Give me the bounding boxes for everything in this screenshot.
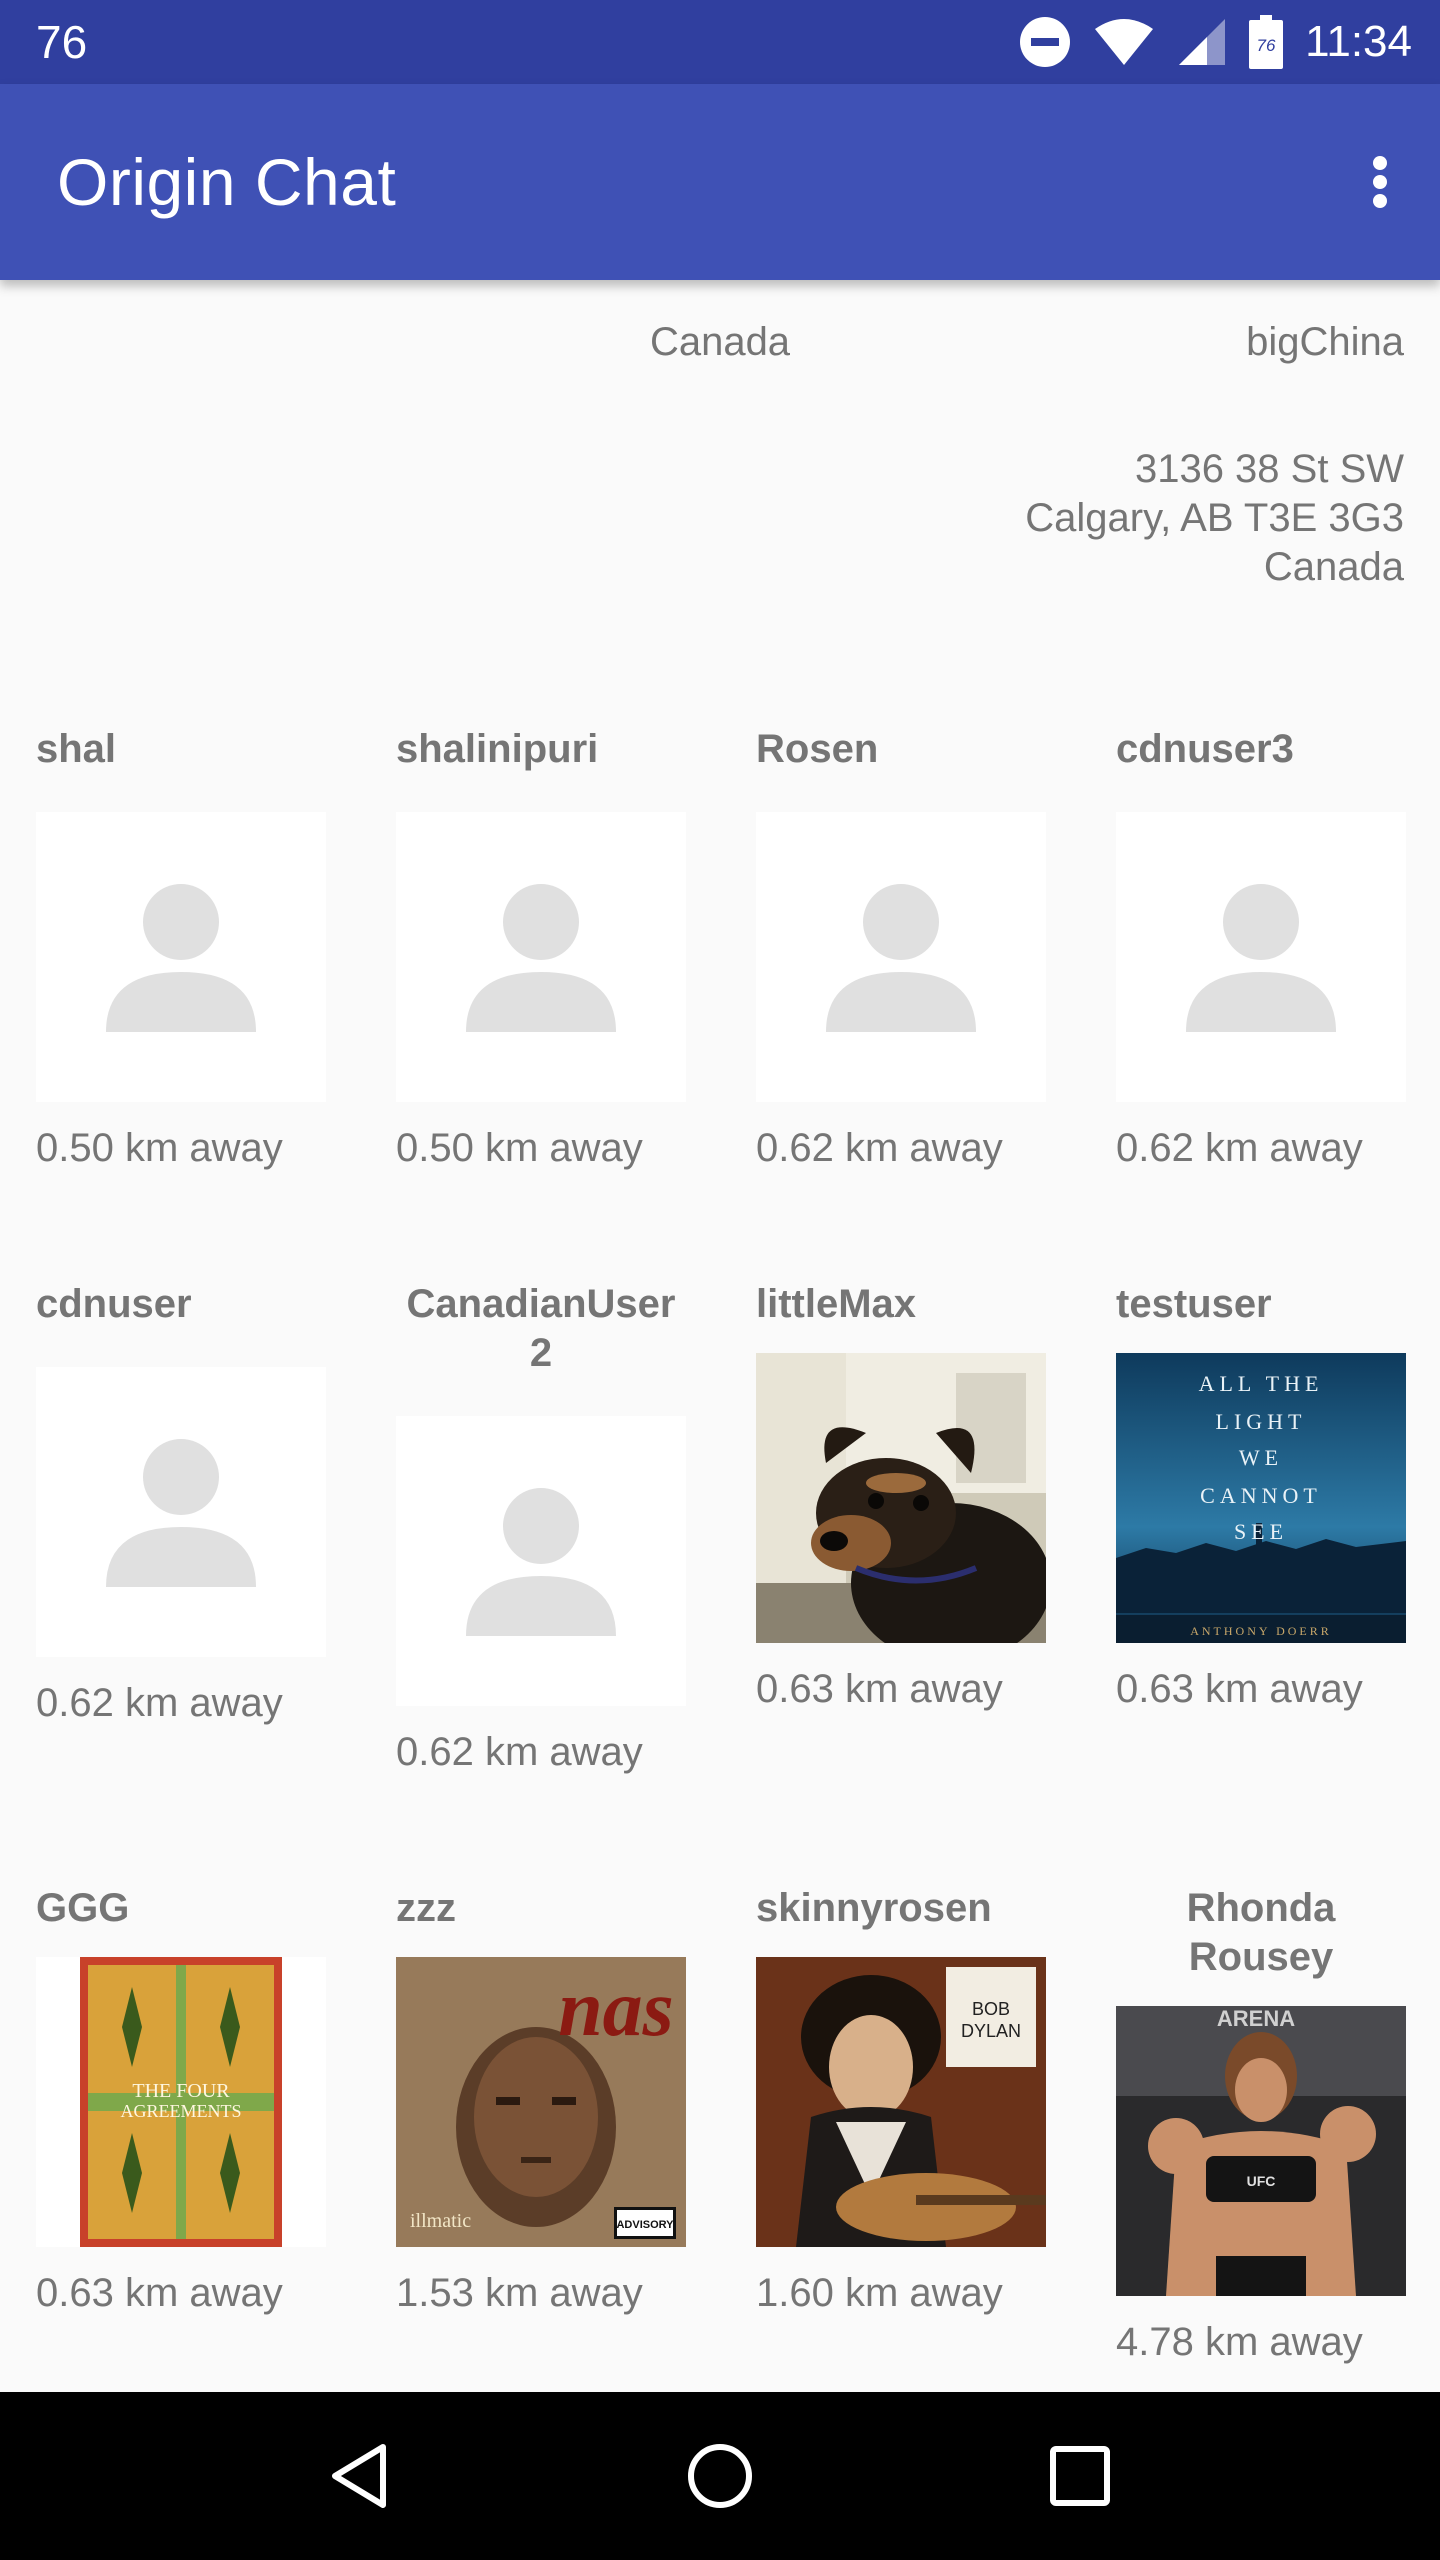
- user-name: Rosen: [756, 727, 879, 771]
- person-photo[interactable]: ARENA UFC: [1116, 2006, 1406, 2296]
- wifi-icon: [1093, 17, 1155, 67]
- user-name: CanadianUser 2: [406, 1282, 676, 1375]
- svg-text:BOB: BOB: [972, 1999, 1010, 2019]
- default-avatar-icon[interactable]: [396, 812, 686, 1102]
- user-distance: 0.50 km away: [36, 1126, 283, 1170]
- user-distance: 1.60 km away: [756, 2271, 1003, 2315]
- user-card[interactable]: cdnuser3 0.62 km away: [1116, 725, 1406, 1171]
- user-name: skinnyrosen: [756, 1886, 992, 1930]
- svg-text:DYLAN: DYLAN: [961, 2021, 1021, 2041]
- status-left-text: 76: [36, 16, 88, 68]
- user-card[interactable]: zzz nas illmatic ADVISORY 1.53 km away: [396, 1884, 686, 2316]
- book-cover-photo[interactable]: ALL THE LIGHT WE CANNOT SEE ANTHONY DOER…: [1116, 1353, 1406, 1643]
- user-name: littleMax: [756, 1282, 917, 1326]
- address-line-1: 3136 38 St SW: [1134, 447, 1404, 491]
- user-distance: 0.63 km away: [756, 1667, 1003, 1711]
- recents-icon[interactable]: [1030, 2426, 1130, 2526]
- home-icon[interactable]: [670, 2426, 770, 2526]
- user-distance: 0.63 km away: [1116, 1667, 1363, 1711]
- user-distance: 0.63 km away: [36, 2271, 283, 2315]
- svg-text:WE: WE: [1239, 1445, 1283, 1470]
- user-name: cdnuser: [36, 1282, 192, 1326]
- svg-text:ARENA: ARENA: [1217, 2006, 1295, 2031]
- user-distance: 0.62 km away: [756, 1126, 1003, 1170]
- user-card[interactable]: shalinipuri 0.50 km away: [396, 725, 686, 1171]
- back-icon[interactable]: [310, 2426, 410, 2526]
- svg-text:LIGHT: LIGHT: [1216, 1409, 1307, 1434]
- user-card[interactable]: CanadianUser 2 0.62 km away: [396, 1280, 686, 1775]
- user-distance: 0.50 km away: [396, 1126, 643, 1170]
- user-distance: 0.62 km away: [396, 1730, 643, 1774]
- book-cover-photo[interactable]: THE FOUR AGREEMENTS: [36, 1957, 326, 2247]
- user-card[interactable]: cdnuser 0.62 km away: [36, 1280, 326, 1726]
- svg-text:UFC: UFC: [1247, 2173, 1276, 2189]
- user-name: GGG: [36, 1886, 130, 1930]
- album-cover-photo[interactable]: nas illmatic ADVISORY: [396, 1957, 686, 2247]
- location-country: Canada: [649, 320, 791, 364]
- address-line-2: Calgary, AB T3E 3G3: [1025, 496, 1404, 540]
- svg-text:AGREEMENTS: AGREEMENTS: [121, 2101, 242, 2121]
- app-bar: Origin Chat: [0, 84, 1440, 280]
- user-card[interactable]: Rhonda Rousey ARENA UFC 4.78 km away: [1116, 1884, 1406, 2365]
- user-name: Rhonda Rousey: [1186, 1886, 1336, 1979]
- user-name: shalinipuri: [396, 727, 599, 771]
- user-name: shal: [36, 727, 117, 771]
- user-card[interactable]: shal 0.50 km away: [36, 725, 326, 1171]
- default-avatar-icon[interactable]: [756, 812, 1046, 1102]
- user-distance: 1.53 km away: [396, 2271, 643, 2315]
- user-card[interactable]: Rosen 0.62 km away: [756, 725, 1046, 1171]
- default-avatar-icon[interactable]: [36, 812, 326, 1102]
- user-card[interactable]: skinnyrosen BOB DYLAN 1.60 km away: [756, 1884, 1046, 2316]
- user-card[interactable]: littleMax 0.63 km away: [756, 1280, 1046, 1712]
- svg-text:THE FOUR: THE FOUR: [132, 2080, 230, 2102]
- app-title: Origin Chat: [57, 145, 397, 219]
- svg-text:illmatic: illmatic: [410, 2210, 471, 2232]
- user-card[interactable]: GGG THE FOUR AGREEMENTS 0.63 km away: [36, 1884, 326, 2316]
- dog-photo[interactable]: [756, 1353, 1046, 1643]
- user-name: testuser: [1116, 1282, 1272, 1326]
- overflow-menu-icon[interactable]: [1360, 142, 1400, 222]
- cell-signal-icon: [1177, 17, 1227, 67]
- svg-text:76: 76: [1257, 36, 1276, 55]
- svg-text:ANTHONY DOERR: ANTHONY DOERR: [1190, 1624, 1332, 1638]
- svg-text:CANNOT: CANNOT: [1200, 1483, 1322, 1508]
- user-distance: 0.62 km away: [36, 1681, 283, 1725]
- do-not-disturb-icon: [1019, 16, 1071, 68]
- default-avatar-icon[interactable]: [1116, 812, 1406, 1102]
- address-line-3: Canada: [1263, 545, 1404, 589]
- status-time: 11:34: [1305, 17, 1412, 66]
- svg-text:nas: nas: [558, 1965, 674, 2053]
- album-cover-photo[interactable]: BOB DYLAN: [756, 1957, 1046, 2247]
- default-avatar-icon[interactable]: [396, 1416, 686, 1706]
- user-name: zzz: [396, 1886, 456, 1930]
- svg-text:ADVISORY: ADVISORY: [616, 2219, 674, 2231]
- current-username: bigChina: [1246, 320, 1404, 364]
- default-avatar-icon[interactable]: [36, 1367, 326, 1657]
- user-name: cdnuser3: [1116, 727, 1294, 771]
- status-icons: 76 11:34: [1019, 15, 1412, 69]
- location-address: 3136 38 St SW Calgary, AB T3E 3G3 Canada: [1025, 445, 1404, 592]
- battery-icon: 76: [1249, 15, 1284, 69]
- svg-text:SEE: SEE: [1234, 1519, 1288, 1544]
- user-distance: 4.78 km away: [1116, 2320, 1363, 2364]
- user-distance: 0.62 km away: [1116, 1126, 1363, 1170]
- svg-text:ALL THE: ALL THE: [1199, 1371, 1324, 1396]
- user-card[interactable]: testuser ALL THE LIGHT WE CANNOT SEE ANT…: [1116, 1280, 1406, 1712]
- status-bar: 76 76 11:34: [0, 0, 1440, 84]
- navigation-bar: [0, 2392, 1440, 2560]
